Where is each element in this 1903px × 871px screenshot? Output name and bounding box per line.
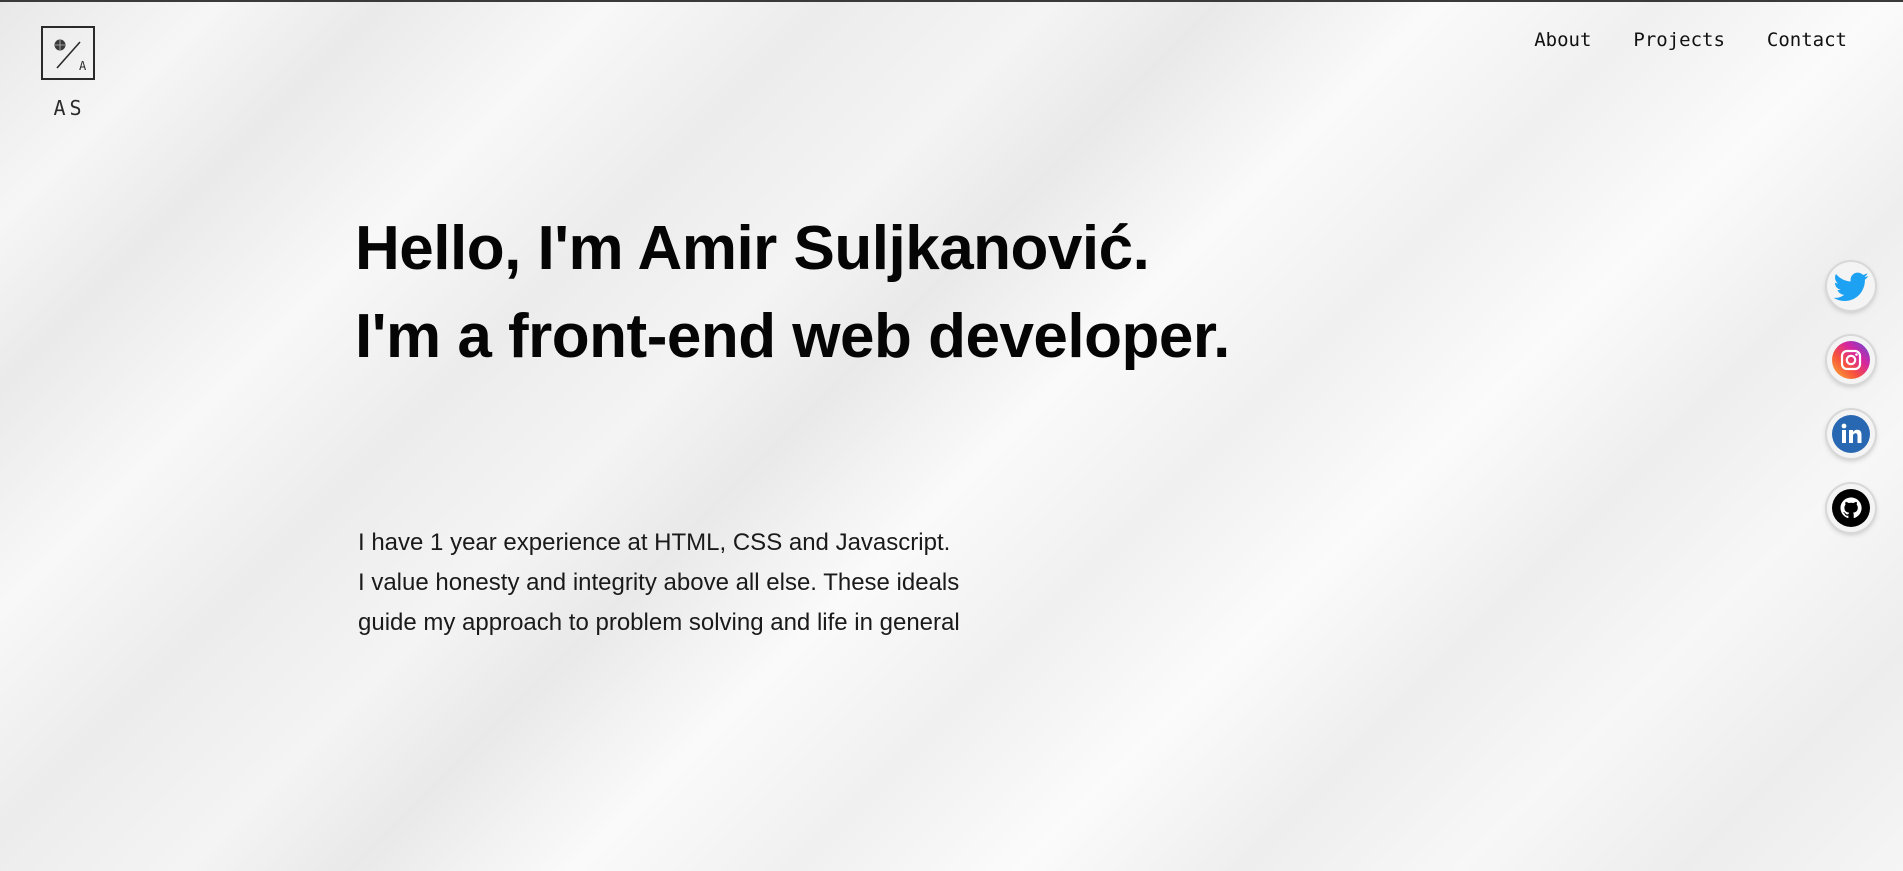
about-line-2: I value honesty and integrity above all … — [358, 569, 960, 596]
twitter-link[interactable] — [1827, 262, 1875, 310]
twitter-icon — [1833, 272, 1869, 301]
logo-initials: AS — [53, 96, 86, 120]
hero-role: I'm a front-end web developer. — [355, 302, 1230, 371]
nav-contact-link[interactable]: Contact — [1767, 29, 1847, 51]
background — [0, 0, 1903, 871]
instagram-icon — [1832, 341, 1870, 379]
nav-projects-link[interactable]: Projects — [1633, 29, 1725, 51]
nav-about-link[interactable]: About — [1534, 29, 1591, 51]
svg-text:A: A — [79, 59, 87, 73]
instagram-link[interactable] — [1827, 336, 1875, 384]
top-border — [0, 0, 1903, 2]
hero-greeting: Hello, I'm Amir Suljkanović. — [355, 214, 1150, 283]
github-link[interactable] — [1827, 484, 1875, 532]
linkedin-icon — [1832, 415, 1870, 453]
github-icon — [1832, 489, 1870, 527]
logo-icon: A — [54, 39, 87, 73]
linkedin-link[interactable] — [1827, 410, 1875, 458]
logo[interactable]: A AS — [41, 26, 98, 120]
about-text: I have 1 year experience at HTML, CSS an… — [358, 523, 960, 643]
about-line-1: I have 1 year experience at HTML, CSS an… — [358, 529, 951, 556]
social-links — [1827, 262, 1875, 532]
logo-mark: A — [41, 26, 95, 80]
hero: Hello, I'm Amir Suljkanović. I'm a front… — [355, 205, 1230, 381]
about-line-3: guide my approach to problem solving and… — [358, 609, 960, 636]
main-nav: About Projects Contact — [1534, 29, 1847, 51]
